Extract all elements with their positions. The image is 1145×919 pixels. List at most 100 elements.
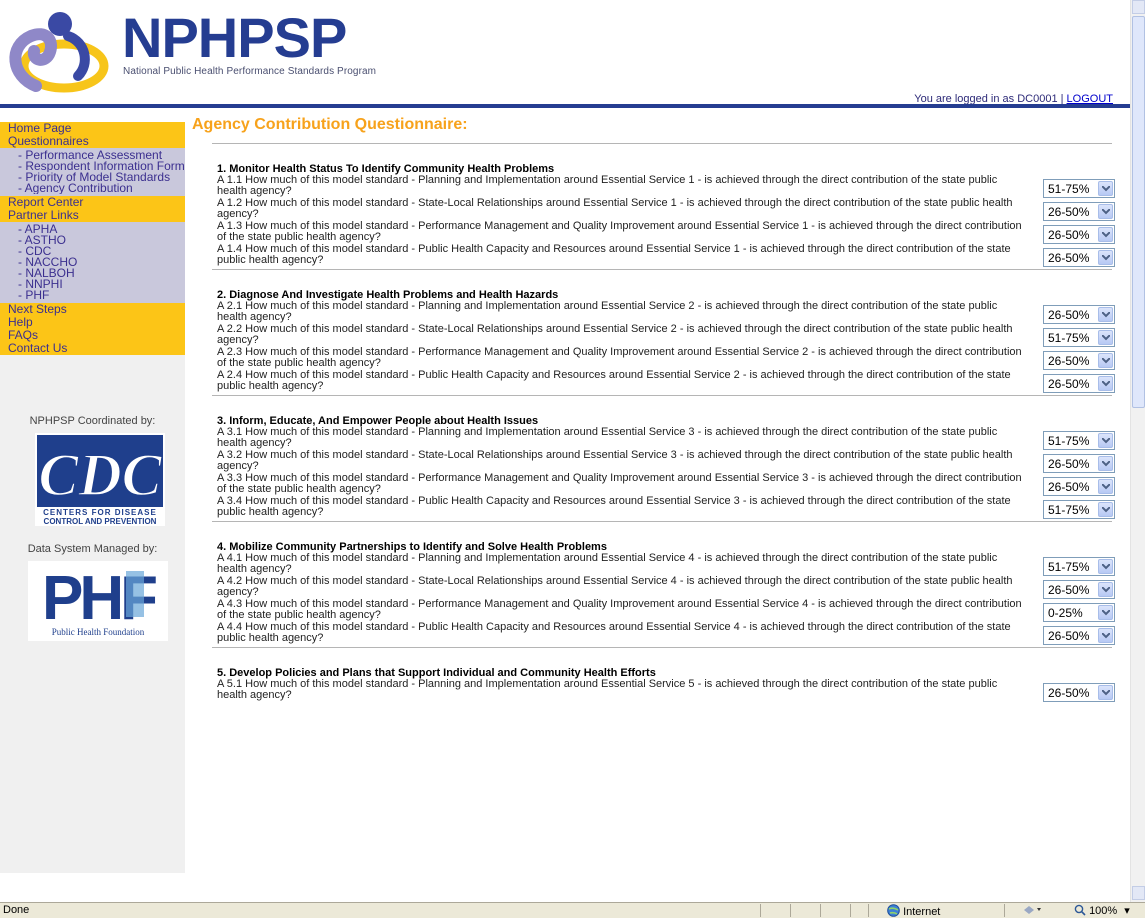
question-row: A 1.4 How much of this model standard - … [217, 244, 1128, 267]
contribution-select[interactable]: 26-50% [1043, 351, 1115, 370]
nav-respondent-information-form[interactable]: - Respondent Information Form [0, 161, 185, 172]
question-text: A 2.2 How much of this model standard - … [217, 323, 1013, 346]
question-row: A 4.1 How much of this model standard - … [217, 553, 1128, 576]
question-text: A 3.4 How much of this model standard - … [217, 495, 1011, 518]
contribution-select[interactable]: 51-75% [1043, 557, 1115, 576]
question-text: A 3.2 How much of this model standard - … [217, 449, 1013, 472]
contribution-select[interactable]: 26-50% [1043, 225, 1115, 244]
chevron-down-icon[interactable] [1098, 376, 1113, 391]
chevron-down-icon[interactable] [1098, 582, 1113, 597]
nav-performance-assessment[interactable]: - Performance Assessment [0, 150, 185, 161]
chevron-down-icon[interactable] [1098, 479, 1113, 494]
question-text: A 2.4 How much of this model standard - … [217, 369, 1011, 392]
chevron-down-icon[interactable] [1098, 685, 1113, 700]
contribution-select-value: 51-75% [1048, 503, 1090, 517]
nav-agency-contribution[interactable]: - Agency Contribution [0, 183, 185, 194]
chevron-down-icon[interactable] [1098, 433, 1113, 448]
phf-logo[interactable]: PHF Public Health Foundation [28, 561, 168, 641]
nav-contact-us[interactable]: Contact Us [0, 342, 185, 355]
protected-mode-icon[interactable] [1022, 904, 1044, 919]
chevron-down-icon[interactable] [1098, 628, 1113, 643]
nav-priority-of-model-standards[interactable]: - Priority of Model Standards [0, 172, 185, 183]
nav-apha[interactable]: - APHA [0, 224, 185, 235]
chevron-down-icon[interactable] [1098, 307, 1113, 322]
question-row: A 3.2 How much of this model standard - … [217, 450, 1128, 473]
status-divider [760, 904, 761, 917]
contribution-select[interactable]: 51-75% [1043, 431, 1115, 450]
zoom-icon [1074, 904, 1086, 916]
nav-nnphi[interactable]: - NNPHI [0, 279, 185, 290]
chevron-down-icon[interactable] [1098, 227, 1113, 242]
chevron-down-icon[interactable] [1098, 605, 1113, 620]
question-text: A 4.3 How much of this model standard - … [217, 598, 1022, 621]
chevron-down-icon[interactable] [1098, 559, 1113, 574]
question-text: A 1.1 How much of this model standard - … [217, 174, 998, 197]
nav-cdc[interactable]: - CDC [0, 246, 185, 257]
security-zone: Internet [887, 904, 940, 918]
contribution-select-value: 26-50% [1048, 457, 1090, 471]
chevron-down-icon[interactable] [1098, 502, 1113, 517]
question-row: A 3.1 How much of this model standard - … [217, 427, 1128, 450]
nav-phf[interactable]: - PHF [0, 290, 185, 301]
question-row: A 2.3 How much of this model standard - … [217, 347, 1128, 370]
question-text: A 4.4 How much of this model standard - … [217, 621, 1011, 644]
nav-nalboh[interactable]: - NALBOH [0, 268, 185, 279]
cdc-caption-line2: CONTROL AND PREVENTION [44, 517, 157, 526]
nav-questionnaires[interactable]: Questionnaires [0, 135, 185, 148]
question-text: A 1.4 How much of this model standard - … [217, 243, 1011, 266]
globe-icon [887, 904, 900, 917]
question-row: A 5.1 How much of this model standard - … [217, 679, 1128, 702]
question-text: A 1.3 How much of this model standard - … [217, 220, 1022, 243]
contribution-select[interactable]: 26-50% [1043, 683, 1115, 702]
contribution-select[interactable]: 0-25% [1043, 603, 1115, 622]
contribution-select[interactable]: 51-75% [1043, 500, 1115, 519]
contribution-select[interactable]: 26-50% [1043, 477, 1115, 496]
scroll-thumb[interactable] [1132, 16, 1145, 408]
chevron-down-icon[interactable] [1098, 456, 1113, 471]
main-content: Agency Contribution Questionnaire: 1. Mo… [192, 115, 1128, 702]
chevron-down-icon[interactable] [1098, 181, 1113, 196]
contribution-select-value: 26-50% [1048, 251, 1090, 265]
chevron-down-icon[interactable] [1098, 353, 1113, 368]
contribution-select[interactable]: 26-50% [1043, 374, 1115, 393]
question-row: A 1.1 How much of this model standard - … [217, 175, 1128, 198]
chevron-down-icon[interactable] [1098, 204, 1113, 219]
contribution-select-value: 51-75% [1048, 560, 1090, 574]
contribution-select[interactable]: 26-50% [1043, 248, 1115, 267]
questionnaire-section: 4. Mobilize Community Partnerships to Id… [192, 522, 1128, 648]
chevron-down-icon[interactable] [1098, 250, 1113, 265]
zoom-control[interactable]: 100% ▾ [1074, 904, 1130, 917]
site-header: NPHPSP National Public Health Performanc… [0, 0, 1130, 110]
contribution-select-value: 51-75% [1048, 182, 1090, 196]
question-row: A 2.4 How much of this model standard - … [217, 370, 1128, 393]
sidebar-nav: Home Page Questionnaires - Performance A… [0, 122, 185, 873]
question-row: A 3.3 How much of this model standard - … [217, 473, 1128, 496]
questionnaire-section: 1. Monitor Health Status To Identify Com… [192, 144, 1128, 270]
contribution-select[interactable]: 26-50% [1043, 454, 1115, 473]
status-divider [790, 904, 791, 917]
questionnaires-submenu: - Performance Assessment - Respondent In… [0, 148, 185, 196]
coordinated-by-label: NPHPSP Coordinated by: [29, 415, 156, 427]
vertical-scrollbar[interactable] [1130, 0, 1145, 902]
logo-subtitle: National Public Health Performance Stand… [123, 66, 377, 77]
question-row: A 2.1 How much of this model standard - … [217, 301, 1128, 324]
nav-naccho[interactable]: - NACCHO [0, 257, 185, 268]
contribution-select[interactable]: 26-50% [1043, 580, 1115, 599]
chevron-down-icon[interactable] [1098, 330, 1113, 345]
nav-partner-links[interactable]: Partner Links [0, 209, 185, 222]
scroll-down-button[interactable] [1132, 886, 1145, 900]
contribution-select[interactable]: 51-75% [1043, 179, 1115, 198]
nav-astho[interactable]: - ASTHO [0, 235, 185, 246]
contribution-select-value: 26-50% [1048, 377, 1090, 391]
contribution-select-value: 26-50% [1048, 228, 1090, 242]
contribution-select[interactable]: 26-50% [1043, 202, 1115, 221]
scroll-up-button[interactable] [1132, 0, 1145, 14]
contribution-select[interactable]: 26-50% [1043, 626, 1115, 645]
cdc-logo-text: CDC [38, 442, 162, 508]
contribution-select[interactable]: 26-50% [1043, 305, 1115, 324]
question-text: A 3.1 How much of this model standard - … [217, 426, 998, 449]
nphpsp-logo-icon [9, 12, 109, 93]
contribution-select[interactable]: 51-75% [1043, 328, 1115, 347]
cdc-logo[interactable]: CDC CENTERS FOR DISEASE CONTROL AND PREV… [35, 433, 165, 526]
status-text: Done [3, 904, 30, 916]
